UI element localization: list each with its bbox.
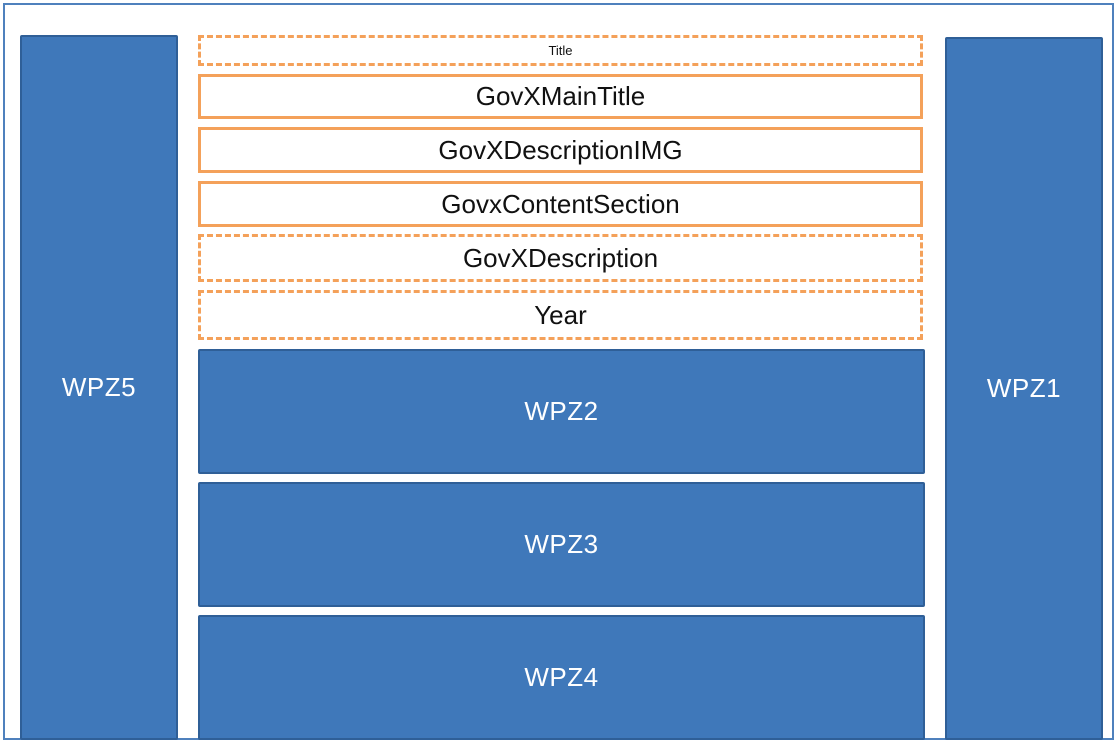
zone-wpz4-label: WPZ4 (524, 662, 599, 692)
zone-wpz3: WPZ3 (198, 482, 925, 607)
zone-wpz1: WPZ1 (945, 37, 1103, 740)
field-year: Year (198, 290, 923, 340)
field-title: Title (198, 35, 923, 66)
field-year-label: Year (534, 299, 587, 330)
field-govx-content-section-label: GovxContentSection (441, 188, 680, 219)
zone-wpz4: WPZ4 (198, 615, 925, 740)
field-govx-description-label: GovXDescription (462, 242, 659, 273)
zone-wpz2: WPZ2 (198, 349, 925, 474)
field-govx-description-img: GovXDescriptionIMG (198, 127, 923, 173)
field-govx-content-section: GovxContentSection (198, 181, 923, 227)
field-govx-description-img-label: GovXDescriptionIMG (438, 134, 683, 165)
zone-wpz1-label: WPZ1 (986, 373, 1062, 403)
zone-wpz5-label: WPZ5 (61, 372, 137, 402)
zone-wpz2-label: WPZ2 (524, 396, 599, 426)
field-govx-description: GovXDescription (198, 234, 923, 282)
field-govx-main-title: GovXMainTitle (198, 74, 923, 119)
zone-wpz5: WPZ5 (20, 35, 178, 740)
zone-wpz3-label: WPZ3 (524, 529, 599, 559)
field-title-label: Title (548, 43, 573, 58)
field-govx-main-title-label: GovXMainTitle (475, 81, 646, 111)
